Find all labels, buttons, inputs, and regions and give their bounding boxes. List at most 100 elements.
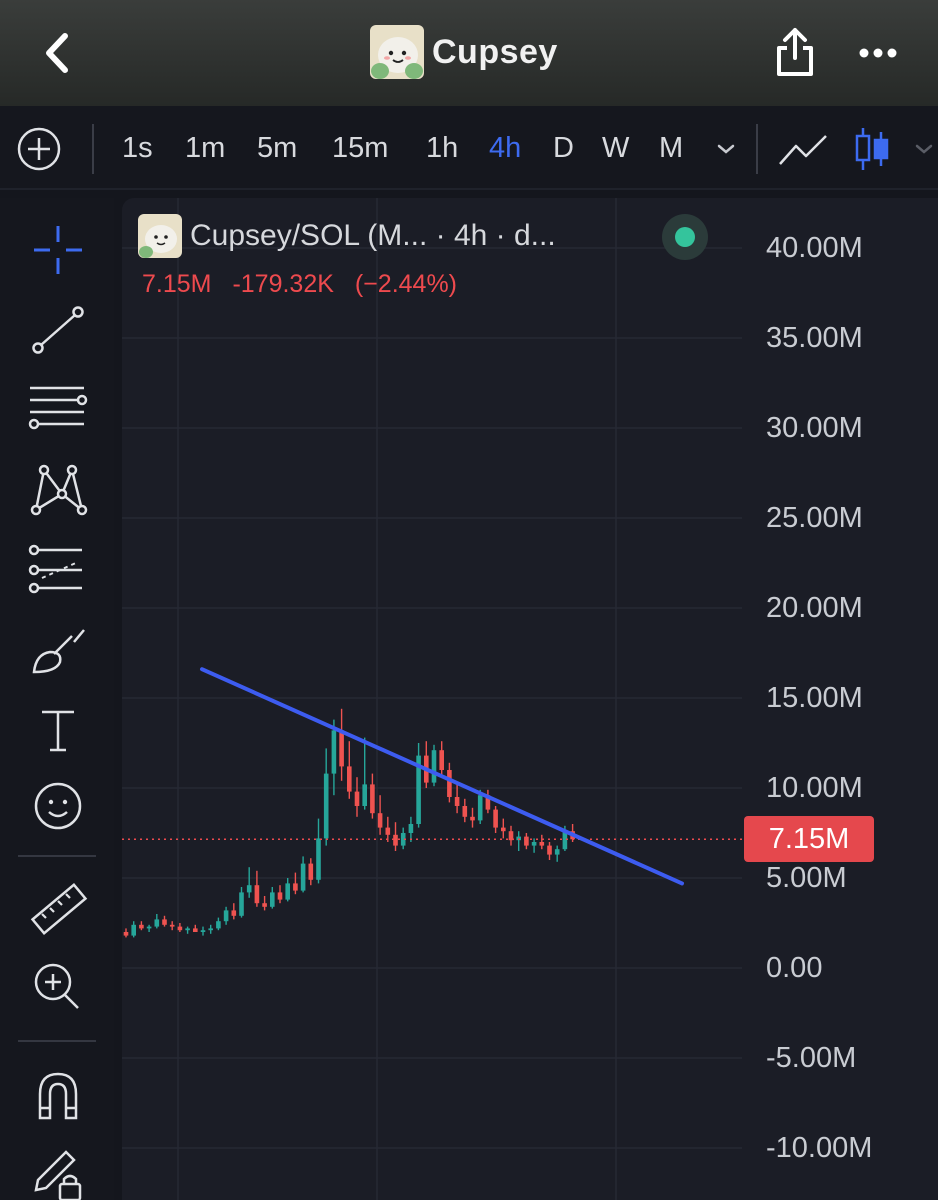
lock-drawings-tool[interactable] — [22, 1138, 94, 1200]
timeframe-1m[interactable]: 1m — [185, 128, 225, 168]
timeframe-m[interactable]: M — [659, 128, 683, 168]
magnet-tool[interactable] — [22, 1060, 94, 1132]
candle-body — [323, 773, 329, 839]
toolbar-divider — [756, 124, 758, 174]
trendline — [200, 667, 684, 886]
token-avatar — [370, 25, 424, 79]
candle-body — [462, 806, 468, 817]
zoom-tool[interactable] — [22, 950, 94, 1022]
ruler-tool[interactable] — [22, 874, 94, 946]
candle-body — [231, 910, 237, 916]
candle-body — [162, 919, 167, 925]
y-axis-tick: 40.00M — [766, 232, 863, 264]
candle-body — [293, 883, 298, 891]
plus-circle-icon — [17, 127, 61, 171]
timeframe-w[interactable]: W — [602, 128, 629, 168]
drawing-toolbar — [0, 198, 114, 1200]
candle-body — [331, 730, 337, 774]
forecast-tool[interactable] — [22, 534, 94, 606]
candle-body — [501, 827, 506, 832]
emoji-tool[interactable] — [22, 772, 94, 844]
change-percent: (−2.44%) — [354, 270, 457, 298]
chevron-left-icon — [46, 33, 68, 73]
candle-body — [139, 924, 144, 929]
candle-body — [146, 926, 152, 929]
candle-body — [477, 795, 483, 821]
line-chart-button[interactable] — [774, 126, 832, 174]
candle-body — [554, 849, 560, 855]
candle-body — [393, 834, 398, 846]
timeframe-5m[interactable]: 5m — [257, 128, 297, 168]
back-button[interactable] — [34, 28, 84, 78]
candle-body — [354, 791, 360, 806]
y-axis-tick: -5.00M — [766, 1042, 857, 1074]
chart-type-dropdown[interactable] — [910, 132, 938, 166]
more-button[interactable] — [852, 30, 904, 76]
more-horizontal-icon — [859, 48, 897, 58]
candle-body — [300, 863, 306, 891]
brush-icon — [32, 629, 85, 674]
timeframe-1s[interactable]: 1s — [122, 128, 153, 168]
candle-body — [454, 797, 460, 806]
crosshair-tool[interactable] — [22, 214, 94, 286]
candle-body — [177, 926, 183, 931]
candle-body — [169, 924, 175, 927]
candlestick-chart-button[interactable] — [852, 124, 892, 174]
candle-body — [216, 921, 221, 929]
timeframe-1h[interactable]: 1h — [426, 128, 458, 168]
text-tool[interactable] — [22, 694, 94, 766]
timeframe-4h[interactable]: 4h — [489, 128, 521, 168]
token-avatar — [138, 214, 182, 258]
share-button[interactable] — [772, 24, 818, 80]
candle-body — [385, 827, 391, 835]
forecast-icon — [28, 544, 82, 594]
symbol-title[interactable]: Cupsey/SOL (M... · 4h · d... — [190, 219, 556, 253]
crosshair-icon — [34, 226, 82, 274]
candle-body — [254, 885, 260, 904]
page-title: Cupsey — [432, 32, 558, 71]
pencil-lock-icon — [34, 1150, 82, 1200]
market-status-indicator — [662, 214, 708, 260]
candle-body — [439, 750, 444, 770]
chart-panel[interactable]: Cupsey/SOL (M... · 4h · d... 7.15M -179.… — [122, 198, 938, 1200]
last-value: 7.15M — [142, 270, 212, 298]
add-indicator-button[interactable] — [16, 126, 62, 172]
line-chart-icon — [779, 135, 827, 165]
candle-body — [408, 824, 414, 833]
candle-body — [285, 883, 290, 900]
timeframe-15m[interactable]: 15m — [332, 128, 388, 168]
timeframe-d[interactable]: D — [553, 128, 574, 168]
candle-body — [131, 924, 136, 936]
y-axis-tick: 0.00 — [766, 952, 823, 984]
top-navigation-bar: Cupsey — [0, 0, 938, 106]
candle-body — [246, 885, 252, 893]
chevron-down-icon — [717, 144, 735, 154]
trendline-tool[interactable] — [22, 294, 94, 366]
y-axis-tick: 20.00M — [766, 592, 863, 624]
timeframe-toolbar: 1s 1m 5m 15m 1h 4h D W M — [0, 106, 938, 190]
candle-body — [377, 813, 383, 828]
smiley-icon — [34, 782, 82, 830]
y-axis-tick: 5.00M — [766, 862, 847, 894]
candle-body — [239, 892, 244, 916]
candle-body — [193, 928, 198, 932]
sidebar-divider — [18, 855, 96, 857]
title-group: Cupsey — [370, 24, 558, 80]
pattern-tool[interactable] — [22, 454, 94, 526]
candle-body — [154, 919, 160, 927]
trendline-icon — [32, 306, 84, 354]
y-axis-tick: 35.00M — [766, 322, 863, 354]
candle-body — [547, 845, 552, 855]
candle-body — [447, 770, 452, 797]
timeframe-dropdown[interactable] — [712, 132, 740, 166]
fibonacci-tool[interactable] — [22, 374, 94, 446]
candle-body — [200, 930, 206, 932]
chart-legend: Cupsey/SOL (M... · 4h · d... — [138, 214, 556, 258]
candle-body — [308, 863, 314, 880]
brush-tool[interactable] — [22, 614, 94, 686]
y-axis-tick: 10.00M — [766, 772, 863, 804]
candlestick-icon — [855, 128, 889, 170]
change-value: -179.32K — [232, 270, 334, 298]
candle-body — [470, 816, 475, 821]
magnet-icon — [38, 1072, 78, 1120]
